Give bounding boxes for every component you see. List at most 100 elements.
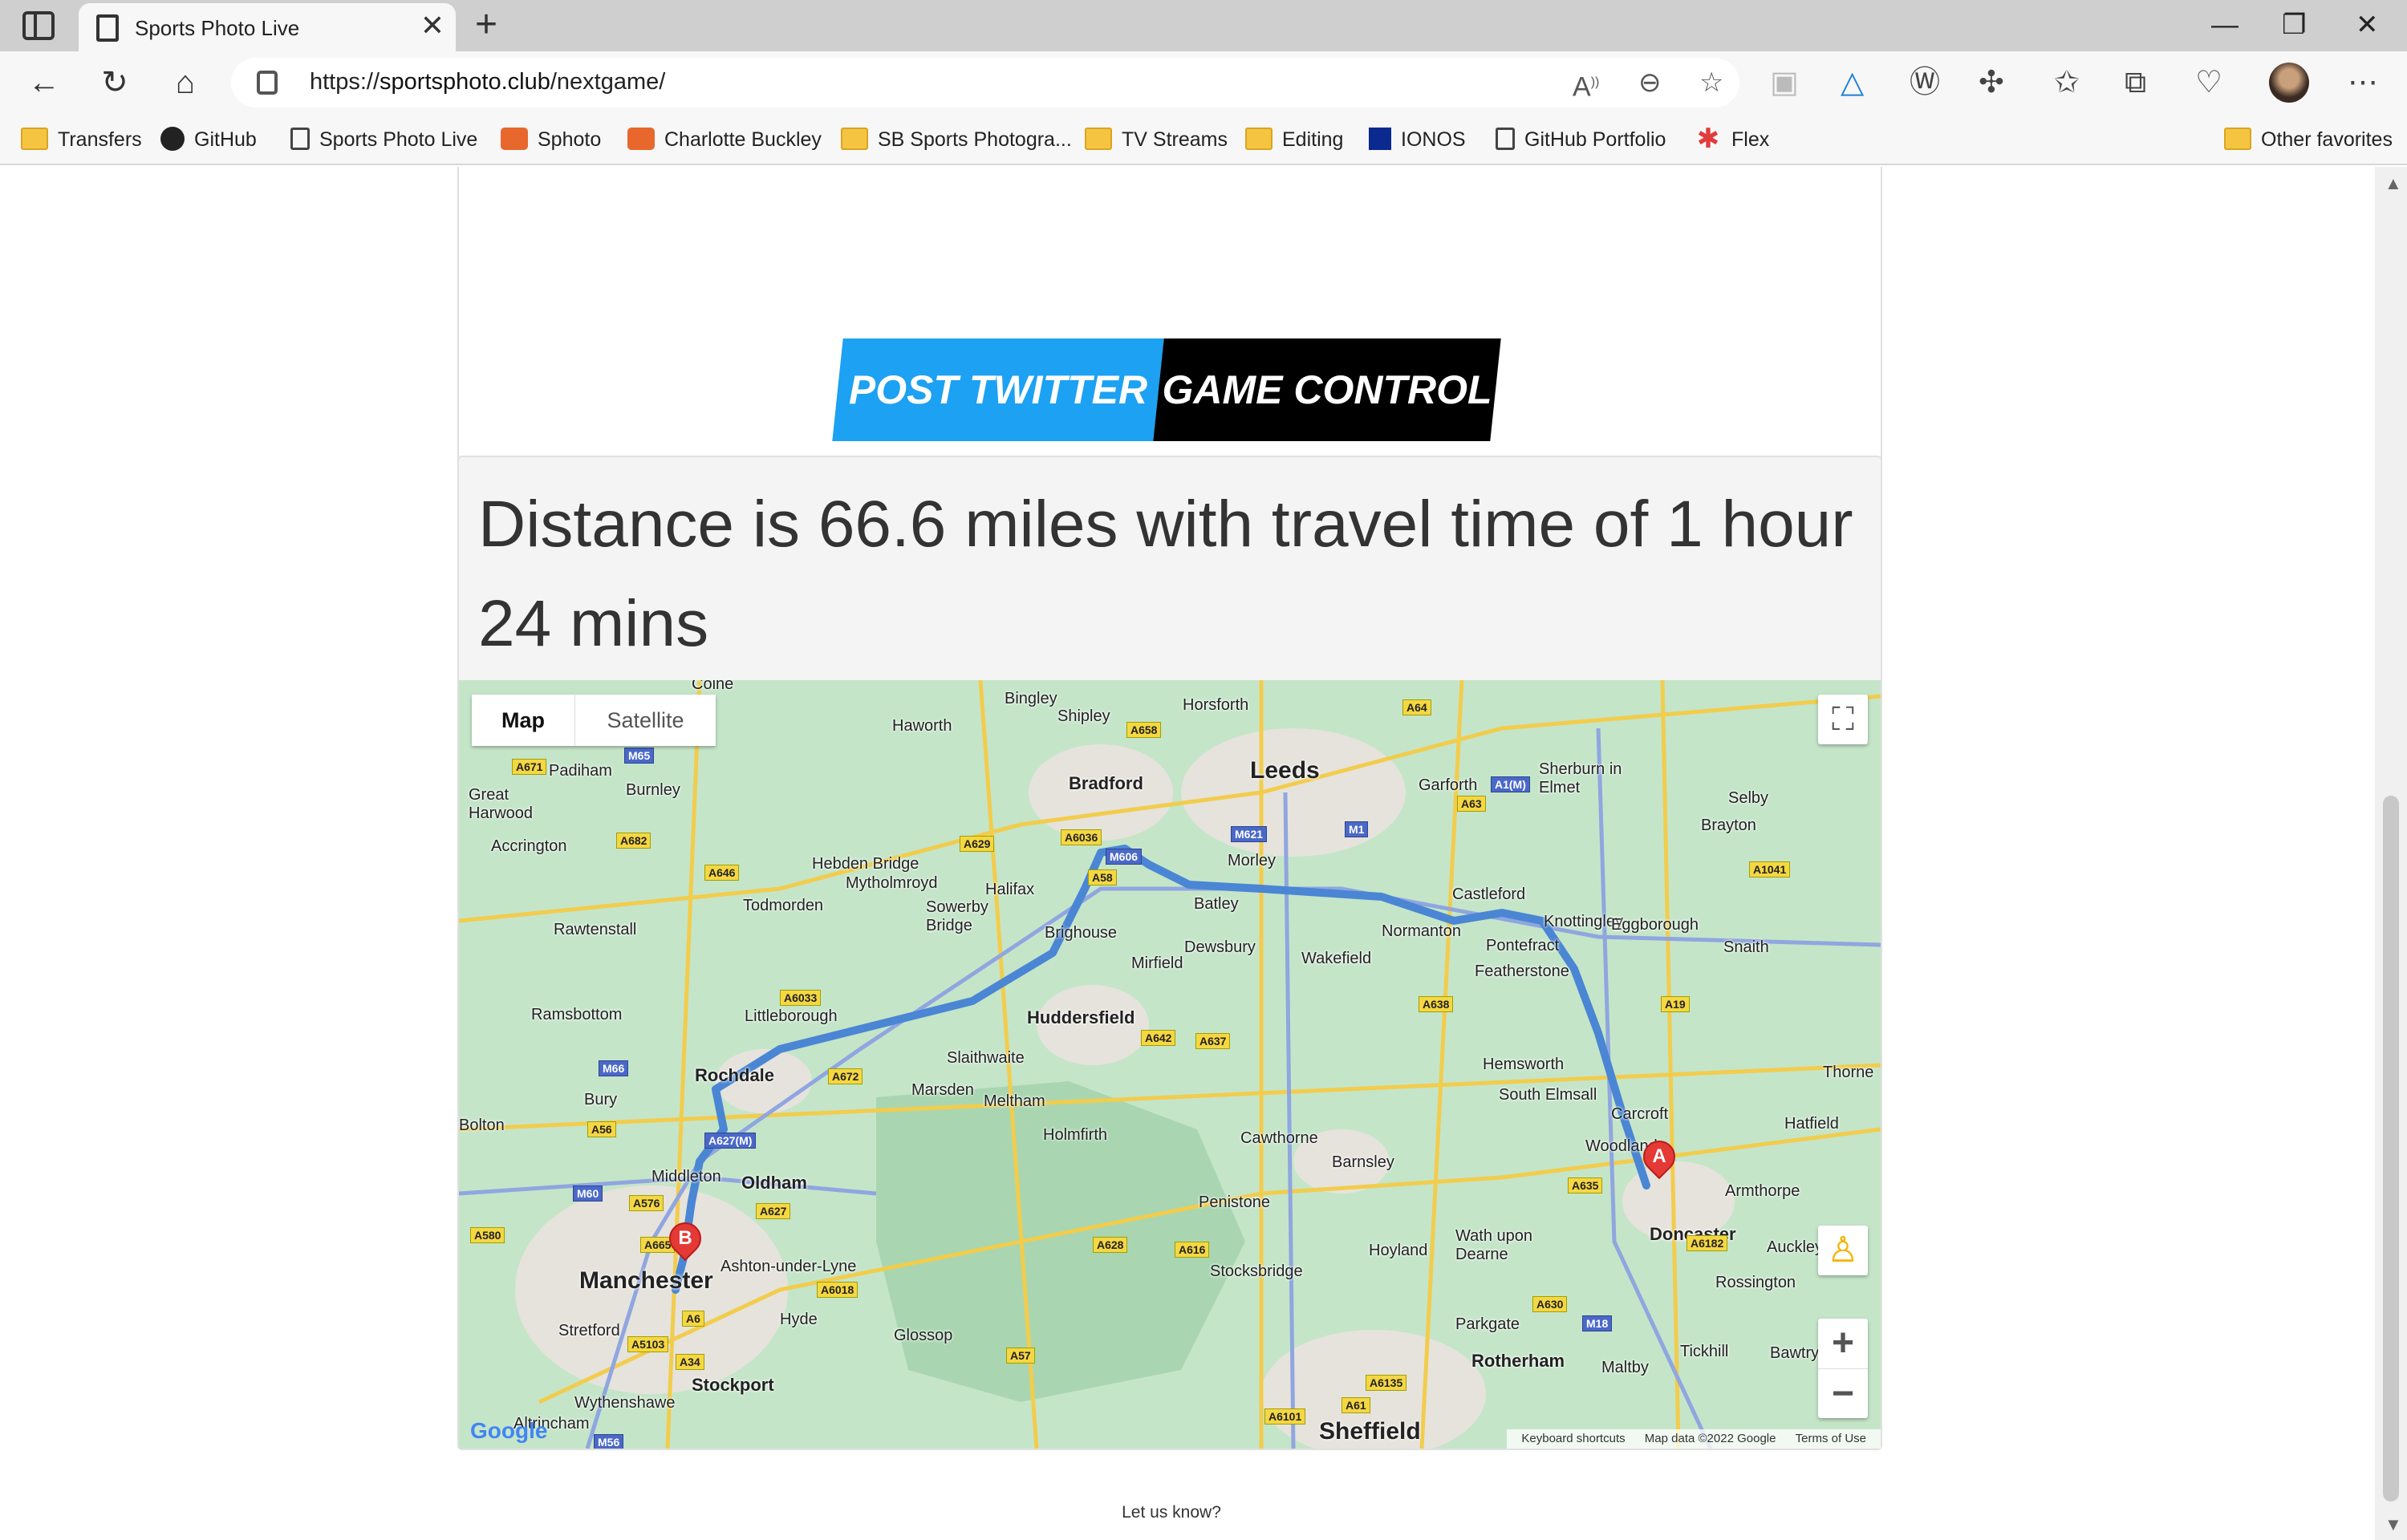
- refresh-icon[interactable]: ↻: [95, 63, 135, 103]
- close-tab-icon[interactable]: ✕: [420, 10, 444, 42]
- place-stretford: Stretford: [558, 1322, 620, 1339]
- favorite-sports-photo-live[interactable]: Sports Photo Live: [290, 124, 477, 156]
- page-icon: [290, 128, 310, 151]
- other-favorites[interactable]: Other favorites: [2224, 124, 2393, 156]
- read-aloud-icon[interactable]: A)): [1573, 66, 1599, 103]
- close-window-icon[interactable]: ✕: [2356, 5, 2379, 45]
- place-mirfield: Mirfield: [1131, 954, 1183, 972]
- place-ramsbottom: Ramsbottom: [531, 1006, 623, 1023]
- folder-icon: [841, 128, 868, 151]
- add-favorite-icon[interactable]: ☆: [1699, 66, 1723, 99]
- favorite-editing[interactable]: Editing: [1245, 124, 1343, 156]
- scroll-up-icon[interactable]: ▲: [2385, 173, 2402, 194]
- place-middleton: Middleton: [651, 1168, 721, 1185]
- tab-title: Sports Photo Live: [135, 16, 300, 40]
- favorite-label: GitHub: [194, 128, 257, 151]
- road-shield: A6036: [1061, 829, 1102, 845]
- road-shield: A671: [512, 759, 547, 775]
- place-maltby: Maltby: [1601, 1359, 1649, 1376]
- place-sheffield: Sheffield: [1319, 1418, 1421, 1445]
- restore-icon[interactable]: ❐: [2282, 5, 2306, 45]
- extensions-icon[interactable]: ✣: [1979, 63, 2004, 103]
- place-armthorpe: Armthorpe: [1725, 1182, 1800, 1200]
- road-shield: A56: [587, 1121, 616, 1137]
- favorite-transfers[interactable]: Transfers: [21, 124, 142, 156]
- place-snaith: Snaith: [1723, 938, 1769, 956]
- favorites-icon[interactable]: ✩: [2054, 63, 2080, 103]
- place-sherburn: Sherburn in Elmet: [1539, 760, 1622, 796]
- route-map[interactable]: Leeds Manchester Sheffield Bradford Hudd…: [459, 680, 1881, 1449]
- place-rochdale: Rochdale: [695, 1065, 775, 1085]
- keyboard-shortcuts-link[interactable]: Keyboard shortcuts: [1521, 1432, 1625, 1445]
- browser-tab[interactable]: Sports Photo Live ✕: [79, 3, 456, 51]
- more-menu-icon[interactable]: ⋯: [2348, 63, 2378, 103]
- address-bar[interactable]: https://sportsphoto.club/nextgame/ A)) ⊖…: [231, 58, 1739, 107]
- favorite-sphoto[interactable]: Sphoto: [501, 124, 601, 156]
- page-icon: [96, 14, 119, 42]
- road-shield: M56: [594, 1434, 624, 1449]
- game-control-label: GAME CONTROL: [1162, 367, 1492, 412]
- favorite-flex[interactable]: ✱ Flex: [1695, 124, 1769, 156]
- favorite-label: GitHub Portfolio: [1524, 128, 1666, 151]
- home-icon[interactable]: ⌂: [165, 63, 205, 103]
- ionos-icon: [1369, 128, 1391, 151]
- marker-a-label: A: [1652, 1145, 1666, 1167]
- road-shield: A6018: [817, 1282, 858, 1298]
- road-shield: A635: [1568, 1177, 1603, 1194]
- favorite-label: SB Sports Photogra...: [878, 128, 1072, 151]
- post-twitter-button[interactable]: POST TWITTER: [832, 338, 1164, 441]
- place-horsforth: Horsforth: [1183, 696, 1249, 714]
- favorite-charlotte-buckley[interactable]: Charlotte Buckley: [627, 124, 822, 156]
- heart-icon[interactable]: ♡: [2195, 63, 2222, 103]
- favorite-tv-streams[interactable]: TV Streams: [1085, 124, 1228, 156]
- place-auckley: Auckley: [1767, 1238, 1824, 1256]
- url-text[interactable]: https://sportsphoto.club/nextgame/: [310, 69, 665, 95]
- minimize-icon[interactable]: —: [2211, 5, 2239, 45]
- place-brighouse: Brighouse: [1045, 924, 1118, 942]
- folder-icon: [21, 128, 48, 151]
- zoom-out-icon[interactable]: ⊖: [1638, 66, 1662, 99]
- scroll-down-icon[interactable]: ▼: [2385, 1514, 2402, 1535]
- favorite-sb-sports[interactable]: SB Sports Photogra...: [841, 124, 1072, 156]
- google-logo[interactable]: Google: [470, 1418, 547, 1444]
- zoom-in-button[interactable]: +: [1818, 1319, 1868, 1368]
- road-shield: A627(M): [704, 1133, 757, 1149]
- extension-grey-icon[interactable]: ▣: [1770, 63, 1799, 103]
- sidebar-toggle-icon[interactable]: [22, 11, 55, 40]
- terms-link[interactable]: Terms of Use: [1796, 1432, 1866, 1445]
- place-mytholmroyd: Mytholmroyd: [846, 874, 938, 892]
- profile-avatar[interactable]: [2269, 63, 2309, 103]
- road-shield: A637: [1195, 1033, 1231, 1049]
- place-haworth: Haworth: [892, 717, 952, 735]
- road-shield: A627: [756, 1203, 791, 1219]
- back-icon[interactable]: ←: [24, 63, 64, 103]
- lock-icon[interactable]: [257, 71, 278, 95]
- zoom-out-button[interactable]: −: [1818, 1368, 1868, 1418]
- favorite-github[interactable]: GitHub: [160, 124, 257, 156]
- new-tab-icon[interactable]: +: [475, 5, 497, 45]
- extension-w-icon[interactable]: Ⓦ: [1910, 63, 1940, 103]
- favorite-github-portfolio[interactable]: GitHub Portfolio: [1496, 124, 1666, 156]
- extension-triangle-icon[interactable]: △: [1841, 63, 1864, 103]
- road-shield: A61: [1342, 1397, 1370, 1413]
- pegman-icon[interactable]: ♙: [1818, 1226, 1868, 1275]
- collections-icon[interactable]: ⧉: [2125, 63, 2146, 103]
- scrollbar-thumb[interactable]: [2383, 796, 2399, 1502]
- favorite-ionos[interactable]: IONOS: [1369, 124, 1466, 156]
- place-penistone: Penistone: [1199, 1194, 1270, 1211]
- fullscreen-icon[interactable]: ⛶: [1818, 695, 1868, 744]
- place-leeds: Leeds: [1250, 757, 1320, 784]
- game-control-button[interactable]: GAME CONTROL: [1153, 338, 1501, 441]
- map-type-satellite-button[interactable]: Satellite: [574, 695, 716, 746]
- road-shield: A580: [470, 1227, 505, 1243]
- place-hebden-bridge: Hebden Bridge: [812, 855, 919, 873]
- place-halifax: Halifax: [985, 881, 1035, 898]
- map-attribution: Keyboard shortcuts Map data ©2022 Google…: [1507, 1429, 1881, 1449]
- place-ashton: Ashton-under-Lyne: [720, 1258, 857, 1275]
- place-slaithwaite: Slaithwaite: [947, 1049, 1025, 1067]
- map-type-map-button[interactable]: Map: [472, 695, 574, 746]
- scrollbar[interactable]: ▲ ▼: [2375, 167, 2407, 1540]
- place-cawthorne: Cawthorne: [1240, 1129, 1318, 1147]
- place-featherstone: Featherstone: [1475, 962, 1569, 980]
- road-shield: A1041: [1749, 861, 1791, 877]
